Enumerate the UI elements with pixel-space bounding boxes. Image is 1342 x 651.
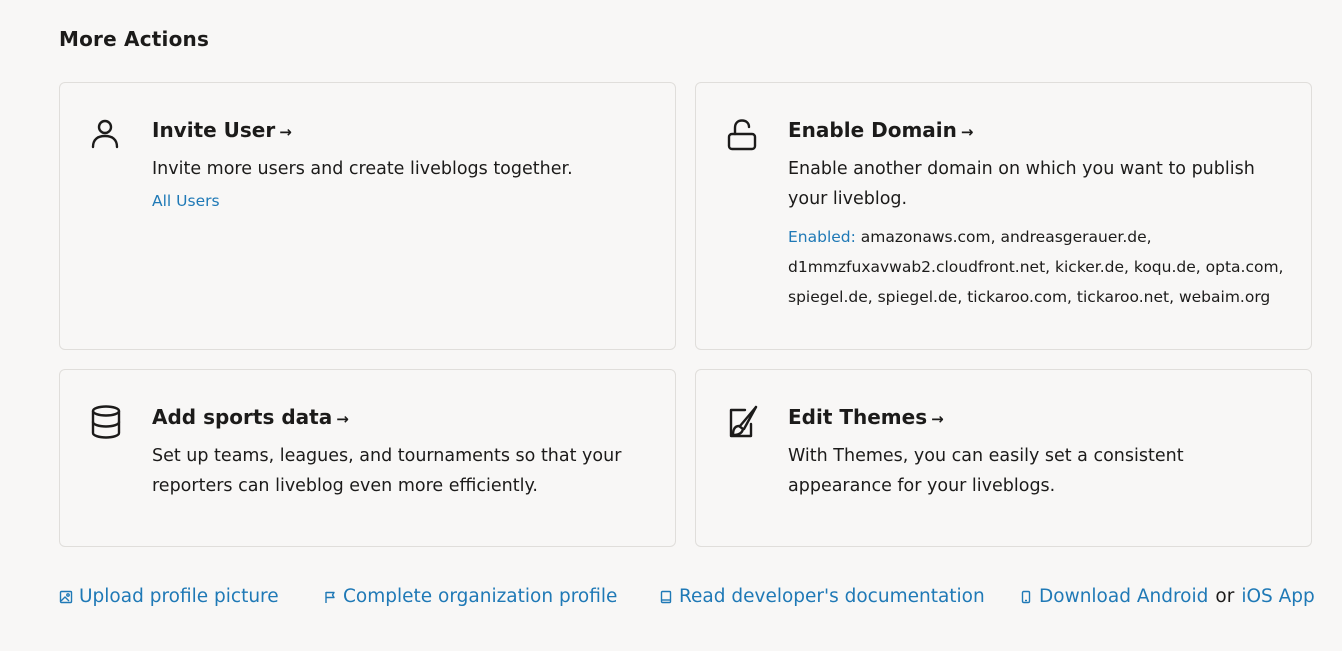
enabled-domains: Enabled: amazonaws.com, andreasgerauer.d… (788, 222, 1287, 312)
image-icon (59, 590, 73, 604)
invite-user-content: Invite User → Invite more users and creat… (152, 117, 651, 210)
complete-organization-profile-label: Complete organization profile (343, 586, 618, 607)
developer-documentation-link[interactable]: Read developer's documentation (659, 583, 985, 611)
database-icon (90, 404, 124, 440)
invite-user-title-text: Invite User (152, 118, 276, 142)
enable-domain-title[interactable]: Enable Domain → (788, 117, 1287, 145)
sports-data-content: Add sports data → Set up teams, leagues, … (152, 404, 651, 501)
sports-data-card[interactable]: Add sports data → Set up teams, leagues, … (59, 369, 676, 547)
developer-documentation-label: Read developer's documentation (679, 586, 985, 607)
ios-app-link[interactable]: iOS App (1241, 583, 1314, 611)
upload-profile-picture-link[interactable]: Upload profile picture (59, 583, 279, 611)
enabled-label: Enabled: (788, 228, 856, 246)
invite-user-card[interactable]: Invite User → Invite more users and creat… (59, 82, 676, 350)
book-icon (659, 590, 673, 604)
arrow-right-icon: → (931, 410, 944, 428)
footer-links: Upload profile picture Complete organiza… (59, 583, 1315, 611)
user-icon (90, 117, 124, 153)
edit-themes-card[interactable]: Edit Themes → With Themes, you can easily… (695, 369, 1312, 547)
edit-themes-description: With Themes, you can easily set a consis… (788, 446, 1184, 496)
actions-grid: Invite User → Invite more users and creat… (59, 82, 1312, 547)
more-actions-page: More Actions Invite User → Invite more us… (0, 0, 1342, 651)
enable-domain-title-text: Enable Domain (788, 118, 957, 142)
enable-domain-description: Enable another domain on which you want … (788, 159, 1255, 209)
arrow-right-icon: → (279, 123, 292, 141)
edit-themes-title[interactable]: Edit Themes → (788, 404, 1287, 432)
enable-domain-card[interactable]: Enable Domain → Enable another domain on … (695, 82, 1312, 350)
or-text: or (1215, 586, 1235, 607)
enable-domain-content: Enable Domain → Enable another domain on … (788, 117, 1287, 312)
all-users-link[interactable]: All Users (152, 192, 220, 210)
complete-organization-profile-link[interactable]: Complete organization profile (323, 583, 617, 611)
enabled-domains-list: amazonaws.com, andreasgerauer.de, d1mmzf… (788, 228, 1284, 306)
download-apps: Download Android or iOS App (1019, 583, 1315, 611)
edit-themes-content: Edit Themes → With Themes, you can easily… (788, 404, 1287, 501)
unlock-icon (726, 117, 760, 153)
invite-user-description: Invite more users and create liveblogs t… (152, 159, 573, 179)
flag-icon (323, 590, 337, 604)
upload-profile-picture-label: Upload profile picture (79, 586, 279, 607)
edit-themes-title-text: Edit Themes (788, 405, 928, 429)
arrow-right-icon: → (336, 410, 349, 428)
phone-icon (1019, 590, 1033, 604)
sports-data-title[interactable]: Add sports data → (152, 404, 651, 432)
sports-data-description: Set up teams, leagues, and tournaments s… (152, 446, 622, 496)
paintbrush-icon (726, 404, 760, 440)
arrow-right-icon: → (960, 123, 974, 141)
download-android-link[interactable]: Download Android (1039, 583, 1208, 611)
invite-user-title[interactable]: Invite User → (152, 117, 651, 145)
section-title: More Actions (59, 27, 210, 51)
sports-data-title-text: Add sports data (152, 405, 333, 429)
